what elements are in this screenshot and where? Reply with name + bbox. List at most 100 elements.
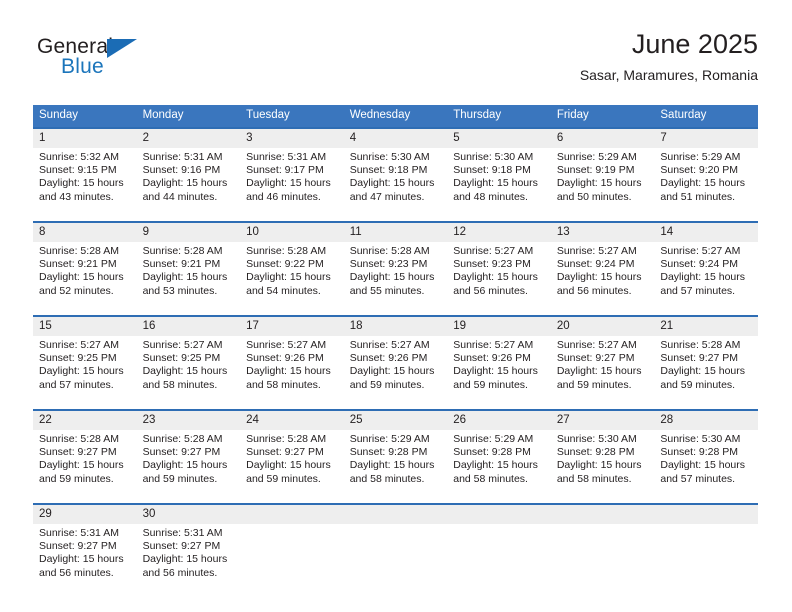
sunrise-text: Sunrise: 5:27 AM	[142, 339, 223, 351]
day-number[interactable]: 2	[136, 129, 241, 148]
day-cell[interactable]: Sunrise: 5:30 AM Sunset: 9:18 PM Dayligh…	[447, 148, 551, 221]
general-blue-logo[interactable]: General Blue	[37, 36, 167, 88]
day-cell[interactable]: Sunrise: 5:29 AM Sunset: 9:19 PM Dayligh…	[550, 148, 655, 221]
week-row-daynumbers: 8 9 10 11 12 13 14	[33, 223, 758, 242]
day-number[interactable]: 13	[550, 223, 655, 242]
sunset-text: Sunset: 9:26 PM	[246, 352, 324, 365]
day-cell[interactable]: Sunrise: 5:28 AM Sunset: 9:22 PM Dayligh…	[240, 242, 344, 315]
daylight-text: Daylight: 15 hours	[453, 459, 538, 472]
day-number[interactable]: 22	[33, 411, 137, 430]
daylight-text: Daylight: 15 hours	[246, 177, 331, 190]
day-cell[interactable]: Sunrise: 5:28 AM Sunset: 9:27 PM Dayligh…	[136, 430, 241, 503]
day-number[interactable]: 23	[136, 411, 241, 430]
daylight-text: Daylight: 15 hours	[556, 459, 642, 472]
day-number[interactable]: 3	[240, 129, 344, 148]
sunset-text: Sunset: 9:24 PM	[660, 258, 739, 271]
daylight-text: Daylight: 15 hours	[39, 459, 124, 472]
sunrise-text: Sunrise: 5:28 AM	[142, 245, 223, 257]
day-number[interactable]: 24	[240, 411, 344, 430]
sunrise-text: Sunrise: 5:29 AM	[349, 433, 430, 445]
day-cell[interactable]: Sunrise: 5:28 AM Sunset: 9:21 PM Dayligh…	[33, 242, 137, 315]
day-cell[interactable]: Sunrise: 5:27 AM Sunset: 9:25 PM Dayligh…	[136, 336, 241, 409]
daylight-text-cont: and 54 minutes.	[246, 284, 321, 297]
week-row-daynumbers: 1 2 3 4 5 6 7	[33, 129, 758, 148]
day-number[interactable]: 12	[447, 223, 551, 242]
day-number[interactable]: 25	[343, 411, 448, 430]
sunset-text: Sunset: 9:20 PM	[660, 164, 739, 177]
daylight-text: Daylight: 15 hours	[39, 177, 124, 190]
day-number[interactable]: 15	[33, 317, 137, 336]
day-number[interactable]: 20	[550, 317, 655, 336]
day-cell[interactable]: Sunrise: 5:27 AM Sunset: 9:26 PM Dayligh…	[240, 336, 344, 409]
day-cell[interactable]: Sunrise: 5:28 AM Sunset: 9:23 PM Dayligh…	[343, 242, 448, 315]
day-number[interactable]: 28	[654, 411, 758, 430]
sunset-text: Sunset: 9:21 PM	[39, 258, 117, 271]
daylight-text-cont: and 52 minutes.	[39, 284, 114, 297]
day-cell[interactable]: Sunrise: 5:31 AM Sunset: 9:17 PM Dayligh…	[240, 148, 344, 221]
day-cell-empty	[654, 524, 758, 597]
day-number[interactable]: 26	[447, 411, 551, 430]
daylight-text-cont: and 59 minutes.	[142, 472, 218, 485]
day-cell[interactable]: Sunrise: 5:30 AM Sunset: 9:18 PM Dayligh…	[343, 148, 448, 221]
day-cell[interactable]: Sunrise: 5:27 AM Sunset: 9:24 PM Dayligh…	[654, 242, 758, 315]
day-number[interactable]: 6	[550, 129, 655, 148]
sunrise-text: Sunrise: 5:27 AM	[556, 245, 637, 257]
day-number[interactable]: 8	[33, 223, 137, 242]
day-number[interactable]: 30	[136, 505, 241, 524]
week-row-details: Sunrise: 5:31 AM Sunset: 9:27 PM Dayligh…	[33, 524, 758, 597]
day-cell[interactable]: Sunrise: 5:28 AM Sunset: 9:27 PM Dayligh…	[240, 430, 344, 503]
day-cell[interactable]: Sunrise: 5:27 AM Sunset: 9:25 PM Dayligh…	[33, 336, 137, 409]
day-cell[interactable]: Sunrise: 5:29 AM Sunset: 9:20 PM Dayligh…	[654, 148, 758, 221]
sunset-text: Sunset: 9:28 PM	[556, 446, 635, 459]
day-number[interactable]: 7	[654, 129, 758, 148]
day-number[interactable]: 21	[654, 317, 758, 336]
daylight-text-cont: and 58 minutes.	[556, 472, 632, 485]
daylight-text: Daylight: 15 hours	[142, 459, 228, 472]
day-cell[interactable]: Sunrise: 5:30 AM Sunset: 9:28 PM Dayligh…	[550, 430, 655, 503]
day-cell[interactable]: Sunrise: 5:30 AM Sunset: 9:28 PM Dayligh…	[654, 430, 758, 503]
weekday-header-monday: Monday	[136, 105, 241, 127]
daylight-text-cont: and 59 minutes.	[453, 378, 528, 391]
day-cell[interactable]: Sunrise: 5:27 AM Sunset: 9:23 PM Dayligh…	[447, 242, 551, 315]
day-number[interactable]: 19	[447, 317, 551, 336]
daylight-text: Daylight: 15 hours	[660, 459, 746, 472]
day-cell[interactable]: Sunrise: 5:27 AM Sunset: 9:24 PM Dayligh…	[550, 242, 655, 315]
day-number[interactable]: 17	[240, 317, 344, 336]
daylight-text: Daylight: 15 hours	[246, 459, 331, 472]
day-number[interactable]: 1	[33, 129, 137, 148]
day-number[interactable]: 18	[343, 317, 448, 336]
day-number[interactable]: 27	[550, 411, 655, 430]
weekday-header-sunday: Sunday	[33, 105, 137, 127]
daylight-text-cont: and 58 minutes.	[246, 378, 321, 391]
day-number[interactable]: 5	[447, 129, 551, 148]
day-number[interactable]: 11	[343, 223, 448, 242]
day-cell[interactable]: Sunrise: 5:27 AM Sunset: 9:27 PM Dayligh…	[550, 336, 655, 409]
daylight-text: Daylight: 15 hours	[556, 177, 642, 190]
day-cell[interactable]: Sunrise: 5:28 AM Sunset: 9:21 PM Dayligh…	[136, 242, 241, 315]
sunset-text: Sunset: 9:18 PM	[349, 164, 428, 177]
day-number[interactable]: 10	[240, 223, 344, 242]
day-cell[interactable]: Sunrise: 5:27 AM Sunset: 9:26 PM Dayligh…	[447, 336, 551, 409]
day-number[interactable]: 16	[136, 317, 241, 336]
daylight-text: Daylight: 15 hours	[349, 177, 435, 190]
daylight-text: Daylight: 15 hours	[142, 553, 228, 566]
day-cell[interactable]: Sunrise: 5:31 AM Sunset: 9:27 PM Dayligh…	[136, 524, 241, 597]
day-cell[interactable]: Sunrise: 5:32 AM Sunset: 9:15 PM Dayligh…	[33, 148, 137, 221]
day-cell[interactable]: Sunrise: 5:31 AM Sunset: 9:16 PM Dayligh…	[136, 148, 241, 221]
day-cell[interactable]: Sunrise: 5:29 AM Sunset: 9:28 PM Dayligh…	[447, 430, 551, 503]
day-cell[interactable]: Sunrise: 5:28 AM Sunset: 9:27 PM Dayligh…	[33, 430, 137, 503]
day-cell[interactable]: Sunrise: 5:31 AM Sunset: 9:27 PM Dayligh…	[33, 524, 137, 597]
day-number[interactable]: 9	[136, 223, 241, 242]
day-cell[interactable]: Sunrise: 5:28 AM Sunset: 9:27 PM Dayligh…	[654, 336, 758, 409]
day-number[interactable]: 14	[654, 223, 758, 242]
day-number[interactable]: 29	[33, 505, 137, 524]
sunrise-text: Sunrise: 5:29 AM	[453, 433, 534, 445]
sunrise-text: Sunrise: 5:28 AM	[142, 433, 223, 445]
sunset-text: Sunset: 9:26 PM	[349, 352, 428, 365]
day-number[interactable]: 4	[343, 129, 448, 148]
day-cell[interactable]: Sunrise: 5:27 AM Sunset: 9:26 PM Dayligh…	[343, 336, 448, 409]
daylight-text-cont: and 47 minutes.	[349, 190, 425, 203]
sunset-text: Sunset: 9:16 PM	[142, 164, 221, 177]
day-cell[interactable]: Sunrise: 5:29 AM Sunset: 9:28 PM Dayligh…	[343, 430, 448, 503]
sunrise-text: Sunrise: 5:32 AM	[39, 151, 119, 163]
